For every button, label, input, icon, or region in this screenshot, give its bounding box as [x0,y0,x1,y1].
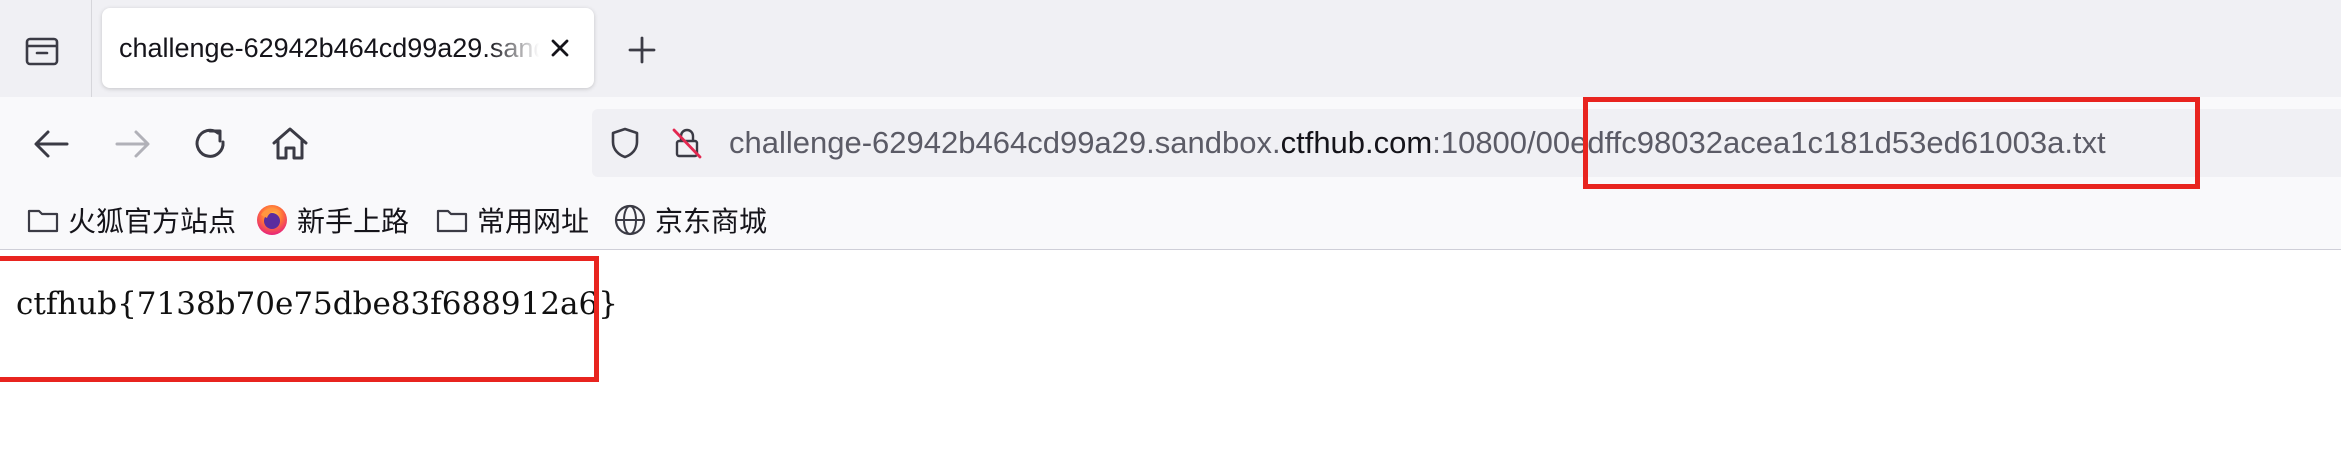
forward-button[interactable] [107,119,157,169]
tab-bar: challenge-62942b464cd99a29.sandbox.ctfhu… [0,0,2341,97]
plus-icon [628,36,656,64]
url-highlight-box [1583,97,2200,189]
shield-icon [611,127,639,159]
folder-icon [436,209,468,233]
tab-close-button[interactable] [545,33,575,63]
reload-button[interactable] [186,119,236,169]
active-tab[interactable]: challenge-62942b464cd99a29.sandbox.ctfhu… [102,8,594,88]
close-icon [551,39,569,57]
reload-icon [195,128,225,158]
tab-list-icon [25,37,59,66]
forward-arrow-icon [115,130,150,158]
bookmark-label: 京东商城 [655,206,768,237]
firefox-logo-icon [257,205,287,235]
tab-divider [91,0,92,97]
flag-highlight-box [0,256,599,382]
tracking-protection-button[interactable] [608,126,642,160]
insecure-lock-icon [672,128,702,159]
home-icon [272,127,308,160]
back-arrow-icon [34,130,69,158]
new-tab-button[interactable] [622,30,662,70]
tab-list-button[interactable] [22,30,62,70]
bookmark-label: 火狐官方站点 [68,206,237,237]
bookmark-label: 新手上路 [297,206,410,237]
tab-title: challenge-62942b464cd99a29.sandbox.ctfhu… [119,33,539,63]
bookmark-jd-mall[interactable]: 京东商城 [613,200,767,240]
folder-icon [27,209,59,233]
bookmark-firefox-official[interactable]: 火狐官方站点 [26,200,236,240]
url-domain: ctfhub.com [1280,125,1433,160]
site-security-button[interactable] [670,126,704,160]
url-prefix: challenge-62942b464cd99a29.sandbox. [729,125,1281,160]
back-button[interactable] [27,119,77,169]
home-button[interactable] [265,119,315,169]
bookmarks-toolbar: 火狐官方站点 新手上路 常用网址 京东商城 [0,190,2341,250]
bookmark-getting-started[interactable]: 新手上路 [255,200,409,240]
bookmark-label: 常用网址 [477,206,590,237]
bookmark-common-sites[interactable]: 常用网址 [435,200,589,240]
globe-icon [614,204,646,236]
